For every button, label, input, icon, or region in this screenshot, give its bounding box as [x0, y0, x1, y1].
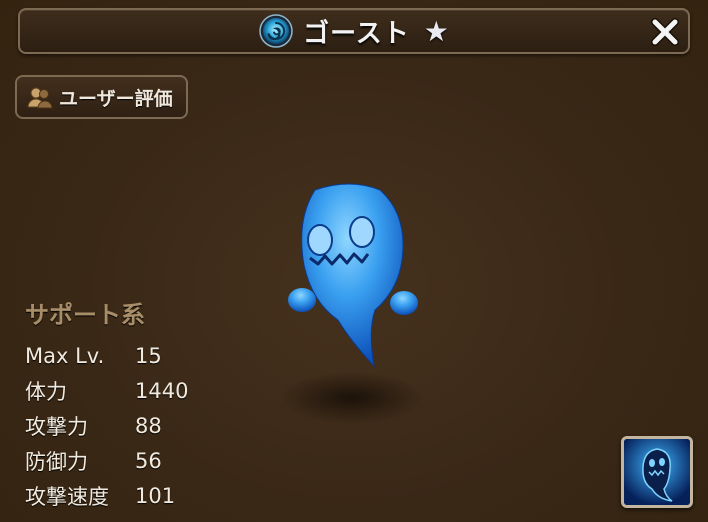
stat-value: 1440: [135, 378, 189, 403]
ghost-monster-image: [280, 183, 424, 424]
monster-category: サポート系: [25, 301, 145, 329]
star-icon: ★: [423, 14, 449, 48]
stat-row-hp: 体力 1440: [25, 373, 188, 408]
close-icon: [651, 18, 679, 46]
stat-label: 攻撃力: [25, 414, 88, 439]
ghost-skill-icon: [624, 439, 690, 505]
stat-row-attack: 攻撃力 88: [25, 408, 188, 443]
stat-label: 攻撃速度: [25, 484, 109, 509]
title-bar: ゴースト ★: [18, 8, 690, 54]
stat-value: 56: [135, 448, 162, 473]
user-review-button[interactable]: ユーザー評価: [15, 75, 188, 119]
stat-value: 88: [135, 413, 162, 438]
stat-label: Max Lv.: [25, 343, 105, 368]
stat-row-max-level: Max Lv. 15: [25, 338, 188, 373]
monster-stats: サポート系 Max Lv. 15 体力 1440 攻撃力 88 防御力 56 攻…: [25, 295, 188, 513]
stat-value: 15: [135, 343, 162, 368]
stat-value: 101: [135, 483, 176, 508]
stat-row-defense: 防御力 56: [25, 443, 188, 478]
monster-name: ゴースト: [303, 18, 410, 49]
stat-label: 体力: [25, 379, 67, 404]
wind-element-icon: [259, 14, 293, 48]
users-icon: [27, 87, 53, 109]
stat-label: 防御力: [25, 449, 88, 474]
skill-button[interactable]: [621, 436, 693, 508]
close-button[interactable]: [646, 14, 684, 50]
user-review-label: ユーザー評価: [59, 87, 173, 110]
stat-row-attack-speed: 攻撃速度 101: [25, 478, 188, 513]
